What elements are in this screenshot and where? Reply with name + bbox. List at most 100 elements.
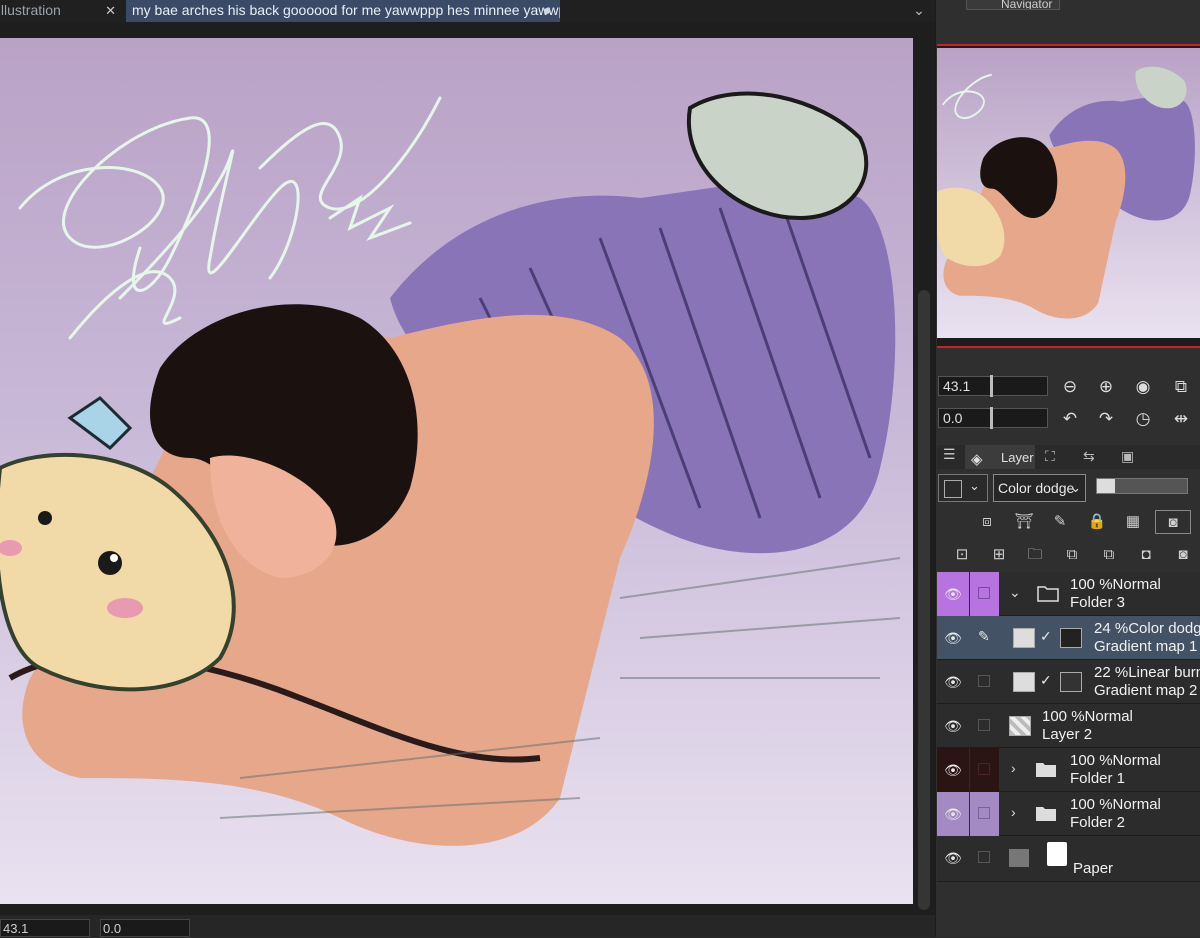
layer-row-layer-2[interactable]: 👁 100 %Normal Layer 2: [937, 704, 1200, 748]
chevron-right-icon[interactable]: ›: [1011, 804, 1016, 820]
layer-thumbnail: [1013, 672, 1035, 692]
opacity-slider-fill: [1097, 479, 1115, 493]
transfer-down-icon[interactable]: ⧉: [1060, 543, 1084, 567]
delete-mask-icon[interactable]: ◙: [1171, 543, 1195, 567]
status-zoom-field[interactable]: 43.1: [0, 919, 90, 937]
check-icon: ✓: [1040, 672, 1052, 688]
rotate-left-icon[interactable]: ↶: [1059, 408, 1081, 430]
status-angle-field[interactable]: 0.0: [100, 919, 190, 937]
merge-icon[interactable]: ⧉: [1097, 543, 1121, 567]
gradient-map-icon: [1060, 628, 1082, 648]
layer-color-dropdown[interactable]: ⌄: [938, 474, 988, 502]
mask-icon[interactable]: ◘: [1134, 543, 1158, 567]
paper-color-swatch: [1009, 849, 1029, 867]
chevron-down-icon: ⌄: [1070, 480, 1081, 495]
layer-property-icon[interactable]: ⛶: [1045, 448, 1055, 465]
eye-icon[interactable]: 👁: [937, 704, 969, 748]
history-icon[interactable]: ⇆: [1083, 448, 1095, 465]
folder-icon: [1037, 586, 1059, 602]
layer-thumbnail: [1009, 716, 1031, 736]
navigator-preview[interactable]: [937, 48, 1200, 338]
layer-opacity-mode: 24 %Color dodge: [1094, 620, 1200, 637]
layer-name: Gradient map 2: [1094, 682, 1198, 699]
artwork-illustration: [0, 38, 913, 904]
tab-label: Illustration: [0, 2, 61, 18]
folder-icon: [1036, 807, 1056, 821]
new-raster-layer-icon[interactable]: ⊡: [950, 543, 974, 567]
layer-lock-toggle[interactable]: [970, 836, 999, 882]
tab-layer[interactable]: ◈ Layer: [965, 445, 1035, 469]
layer-row-folder-3[interactable]: 👁 ⌄ 100 %Normal Folder 3: [937, 572, 1200, 616]
tab-label: my bae arches his back goooood for me ya…: [132, 2, 560, 18]
draft-icon[interactable]: ✎: [1048, 510, 1072, 534]
mask-enable-icon[interactable]: ◙: [1155, 510, 1191, 534]
layer-list: 👁 ⌄ 100 %Normal Folder 3 👁 ✎ ✓ 24 %Color…: [937, 572, 1200, 882]
reset-rotation-icon[interactable]: ◷: [1132, 408, 1154, 430]
eye-icon[interactable]: 👁: [937, 616, 969, 660]
lock-icon[interactable]: 🔒: [1085, 510, 1109, 534]
fit-icon[interactable]: ◉: [1132, 376, 1154, 398]
lock-transparency-icon[interactable]: ▦: [1121, 510, 1145, 534]
tab-illustration[interactable]: Illustration ✕: [0, 0, 122, 22]
layer-thumbnail: [1013, 628, 1035, 648]
angle-slider-knob[interactable]: [990, 407, 993, 429]
navigator-tab[interactable]: Navigator: [966, 0, 1060, 10]
eye-icon[interactable]: 👁: [937, 660, 969, 704]
navigator-zoom-field[interactable]: 43.1: [938, 376, 1048, 396]
layer-name: Folder 2: [1070, 814, 1126, 831]
tab-layer-label: Layer: [1001, 450, 1034, 465]
layer-opacity-mode: 100 %Normal: [1070, 576, 1161, 593]
layer-row-paper[interactable]: 👁 Paper: [937, 836, 1200, 882]
layer-name: Layer 2: [1042, 726, 1093, 743]
layer-name: Gradient map 1: [1094, 638, 1198, 655]
layer-row-folder-1[interactable]: 👁 › 100 %Normal Folder 1: [937, 748, 1200, 792]
navigator-thumbnail: [937, 48, 1200, 338]
layer-row-gradient-map-2[interactable]: 👁 ✓ 22 %Linear burn Gradient map 2: [937, 660, 1200, 704]
new-vector-layer-icon[interactable]: ⊞: [987, 543, 1011, 567]
layer-lock-toggle[interactable]: [970, 660, 999, 704]
layer-row-gradient-map-1[interactable]: 👁 ✎ ✓ 24 %Color dodge Gradient map 1: [937, 616, 1200, 660]
chevron-right-icon[interactable]: ›: [1011, 760, 1016, 776]
layer-name: Folder 3: [1070, 594, 1126, 611]
clip-icon[interactable]: ⧈: [975, 510, 999, 534]
zoom-in-icon[interactable]: ⊕: [1095, 376, 1117, 398]
color-swatch: [944, 480, 962, 498]
flip-icon[interactable]: ⧉: [1170, 376, 1192, 398]
eye-icon[interactable]: 👁: [937, 792, 969, 836]
chevron-down-icon[interactable]: ⌄: [1009, 584, 1021, 601]
pen-icon: ✎: [978, 628, 990, 644]
reference-icon[interactable]: ⛩: [1012, 510, 1036, 534]
layer-name: Paper: [1073, 860, 1114, 877]
flip-horizontal-icon[interactable]: ⇹: [1170, 408, 1192, 430]
artwork-canvas[interactable]: [0, 38, 913, 904]
layer-lock-toggle[interactable]: [970, 572, 999, 616]
rotate-right-icon[interactable]: ↷: [1095, 408, 1117, 430]
chevron-down-icon[interactable]: ⌄: [908, 0, 930, 22]
blend-mode-value: Color dodge: [998, 480, 1075, 496]
animation-icon[interactable]: ▣: [1121, 448, 1134, 465]
chevron-down-icon: ⌄: [969, 478, 980, 493]
layer-lock-toggle[interactable]: [970, 704, 999, 748]
eye-icon[interactable]: 👁: [937, 572, 969, 616]
layer-row-folder-2[interactable]: 👁 › 100 %Normal Folder 2: [937, 792, 1200, 836]
layer-lock-toggle[interactable]: [970, 748, 999, 792]
layer-opacity-mode: 100 %Normal: [1070, 796, 1161, 813]
navigator-angle-field[interactable]: 0.0: [938, 408, 1048, 428]
zoom-out-icon[interactable]: ⊖: [1059, 376, 1081, 398]
zoom-slider-knob[interactable]: [990, 375, 993, 397]
menu-icon[interactable]: ☰: [943, 446, 961, 466]
layer-lock-toggle[interactable]: ✎: [970, 616, 999, 660]
vertical-scrollbar[interactable]: [918, 290, 930, 910]
layer-name: Folder 1: [1070, 770, 1126, 787]
new-folder-icon[interactable]: 🗀: [1023, 543, 1047, 567]
eye-icon[interactable]: 👁: [937, 836, 969, 882]
unsaved-dot-icon: [544, 8, 550, 14]
gradient-map-icon: [1060, 672, 1082, 692]
check-icon: ✓: [1040, 628, 1052, 644]
opacity-slider[interactable]: [1096, 478, 1188, 494]
tab-active-document[interactable]: my bae arches his back goooood for me ya…: [126, 0, 560, 22]
layer-lock-toggle[interactable]: [970, 792, 999, 836]
close-icon[interactable]: ✕: [105, 0, 116, 21]
blend-mode-select[interactable]: Color dodge ⌄: [993, 474, 1086, 502]
eye-icon[interactable]: 👁: [937, 748, 969, 792]
